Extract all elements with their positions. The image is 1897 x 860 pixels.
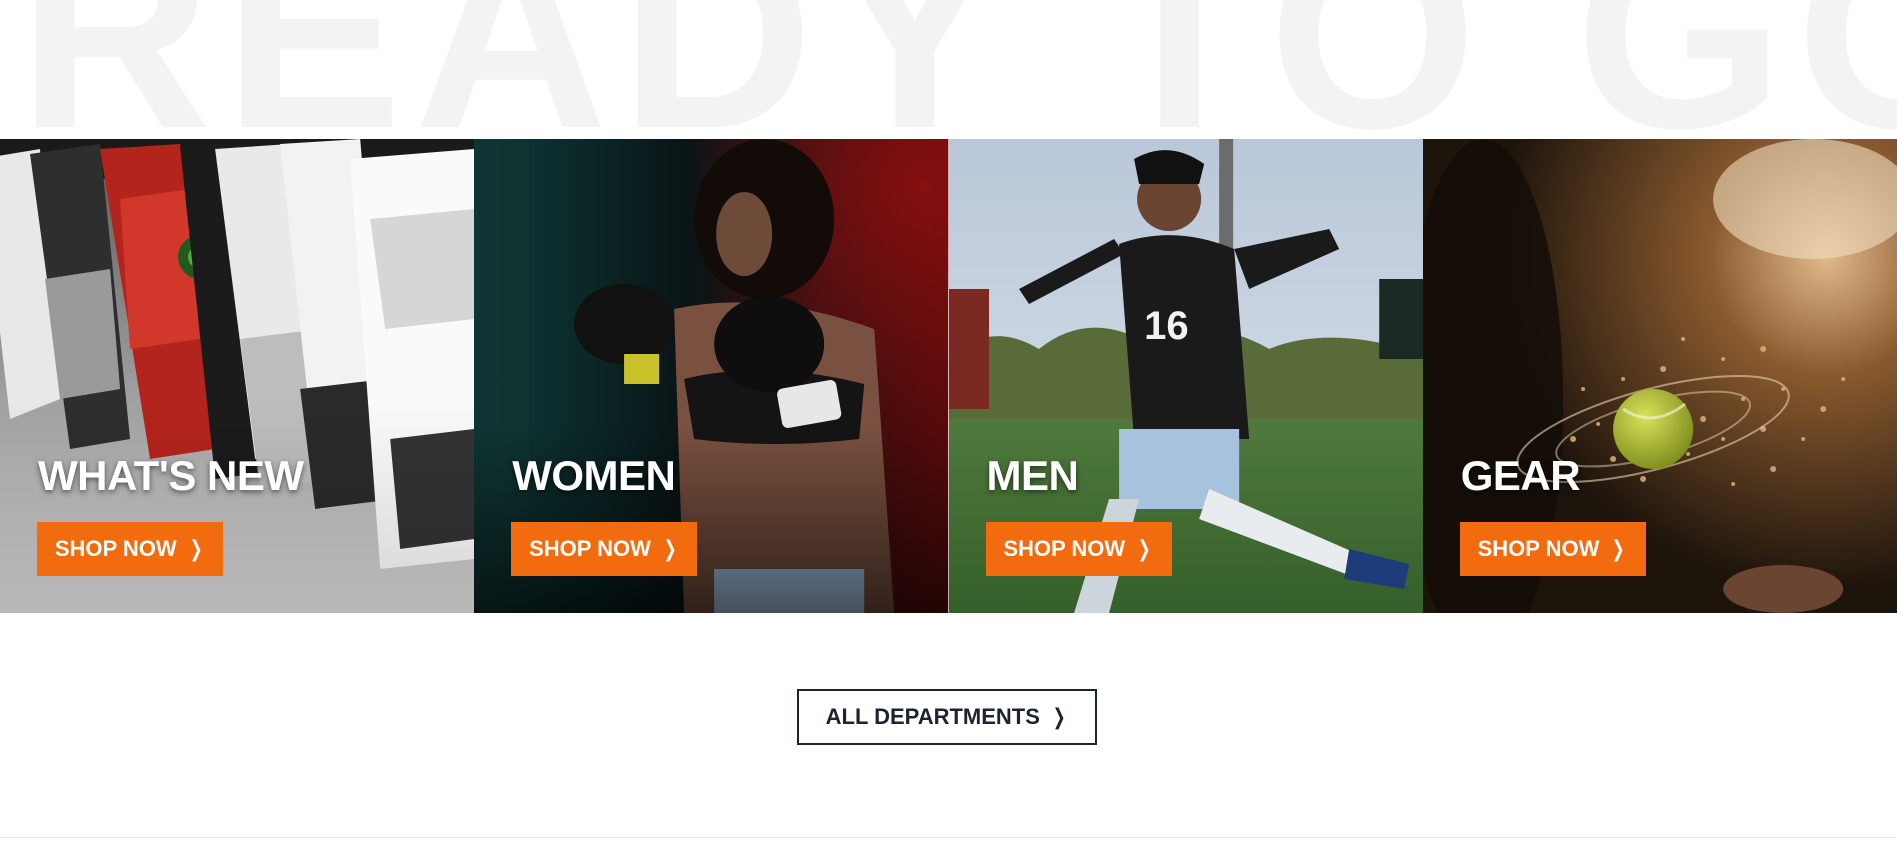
tile-gear[interactable]: GEAR SHOP NOW ❯ <box>1422 139 1897 613</box>
tile-title: WOMEN <box>512 452 676 499</box>
category-tiles: WHAT'S NEW SHOP NOW ❯ WOMEN SHOP NOW ❯ 1… <box>0 139 1897 613</box>
page: READY TO GO WHAT'S NEW SHOP NOW ❯ WOMEN … <box>0 0 1897 860</box>
chevron-right-icon: ❯ <box>1052 704 1066 729</box>
chevron-right-icon: ❯ <box>189 536 203 561</box>
svg-text:16: 16 <box>1144 304 1189 348</box>
tile-women[interactable]: WOMEN SHOP NOW ❯ <box>474 139 949 613</box>
all-departments-label: ALL DEPARTMENTS <box>825 704 1040 729</box>
tile-men[interactable]: 16 MEN SHOP NOW ❯ <box>948 139 1423 613</box>
all-departments-button[interactable]: ALL DEPARTMENTS ❯ <box>797 689 1097 745</box>
chevron-right-icon: ❯ <box>1612 536 1626 561</box>
tile-title: MEN <box>986 452 1079 499</box>
tile-title: GEAR <box>1460 452 1581 499</box>
shop-now-button[interactable]: SHOP NOW ❯ <box>985 522 1172 576</box>
shop-now-label: SHOP NOW <box>1477 536 1600 561</box>
shop-now-button[interactable]: SHOP NOW ❯ <box>37 522 223 576</box>
shop-now-label: SHOP NOW <box>54 536 177 561</box>
shop-now-label: SHOP NOW <box>1003 536 1126 561</box>
section-divider <box>0 837 1897 838</box>
tile-title: WHAT'S NEW <box>38 452 304 499</box>
shop-now-label: SHOP NOW <box>529 536 651 561</box>
chevron-right-icon: ❯ <box>663 536 677 561</box>
shop-now-button[interactable]: SHOP NOW ❯ <box>1459 522 1646 576</box>
tile-whats-new[interactable]: WHAT'S NEW SHOP NOW ❯ <box>0 139 475 613</box>
shop-now-button[interactable]: SHOP NOW ❯ <box>511 522 698 576</box>
chevron-right-icon: ❯ <box>1137 536 1151 561</box>
